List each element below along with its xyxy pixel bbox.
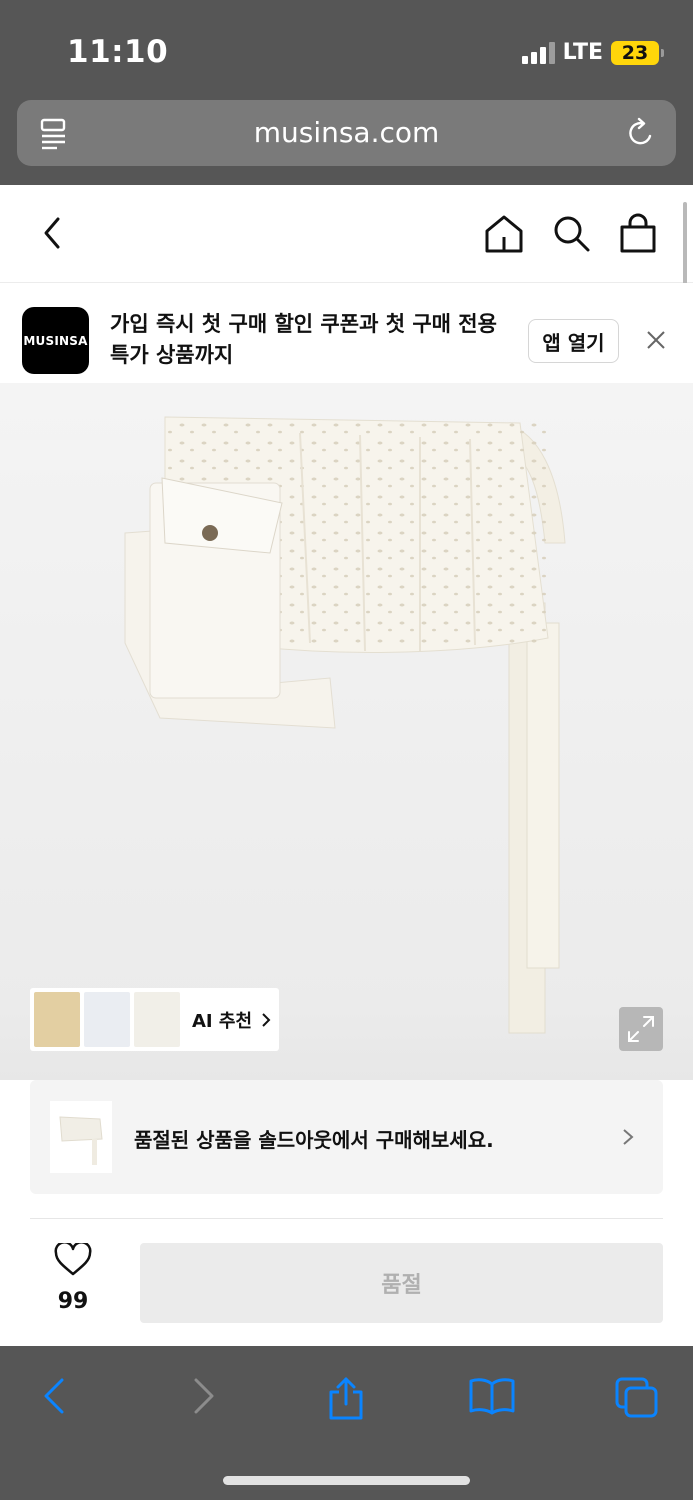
home-icon[interactable] — [484, 213, 524, 255]
shopping-bag-icon[interactable] — [618, 213, 658, 255]
expand-icon — [628, 1016, 654, 1042]
chevron-right-icon — [623, 1129, 634, 1145]
expand-image-button[interactable] — [619, 1007, 663, 1051]
browser-back-icon[interactable] — [38, 1376, 70, 1416]
share-icon[interactable] — [326, 1376, 366, 1422]
ai-recommend-widget[interactable]: AI 추천 — [30, 988, 279, 1051]
soldout-link-card[interactable]: 품절된 상품을 솔드아웃에서 구매해보세요. — [30, 1080, 663, 1194]
bookmarks-icon[interactable] — [468, 1376, 516, 1416]
purchase-bar: 99 품절 — [0, 1223, 693, 1346]
skirt-illustration — [124, 416, 566, 1034]
soldout-card-text: 품절된 상품을 솔드아웃에서 구매해보세요. — [134, 1128, 494, 1152]
promo-text: 가입 즉시 첫 구매 할인 쿠폰과 첫 구매 전용 특가 상품까지 — [110, 312, 497, 367]
network-type: LTE — [562, 40, 603, 65]
heart-icon[interactable] — [54, 1243, 92, 1277]
close-icon[interactable] — [644, 328, 668, 352]
signal-strength-icon — [521, 41, 555, 64]
browser-top-chrome: 11:10 LTE 23 musinsa.com — [0, 0, 693, 185]
status-indicators: LTE 23 — [521, 40, 664, 65]
musinsa-logo: MUSINSA — [22, 307, 89, 374]
ai-thumbnail-3[interactable] — [134, 992, 180, 1047]
ai-thumbnail-2[interactable] — [84, 992, 130, 1047]
site-header — [0, 185, 693, 283]
search-icon[interactable] — [551, 213, 591, 255]
product-image[interactable]: AI 추천 — [0, 383, 693, 1080]
chevron-right-icon — [262, 1012, 271, 1027]
open-app-button[interactable]: 앱 열기 — [528, 319, 619, 363]
app-promo-banner: MUSINSA 가입 즉시 첫 구매 할인 쿠폰과 첫 구매 전용 특가 상품까… — [0, 283, 693, 383]
divider — [30, 1218, 663, 1219]
soldout-product-thumbnail — [50, 1101, 112, 1173]
battery-icon: 23 — [611, 40, 664, 65]
url-text[interactable]: musinsa.com — [17, 116, 676, 149]
tabs-icon[interactable] — [614, 1376, 660, 1420]
home-indicator — [223, 1476, 470, 1485]
back-arrow-icon[interactable] — [38, 213, 66, 253]
browser-forward-icon[interactable] — [188, 1376, 220, 1416]
status-time: 11:10 — [67, 34, 169, 70]
soldout-button[interactable]: 품절 — [140, 1243, 663, 1323]
address-bar[interactable]: musinsa.com — [17, 100, 676, 166]
like-count: 99 — [57, 1289, 89, 1314]
ai-thumbnail-1[interactable] — [34, 992, 80, 1047]
reload-icon[interactable] — [626, 117, 656, 149]
ai-recommend-label[interactable]: AI 추천 — [192, 1007, 252, 1033]
